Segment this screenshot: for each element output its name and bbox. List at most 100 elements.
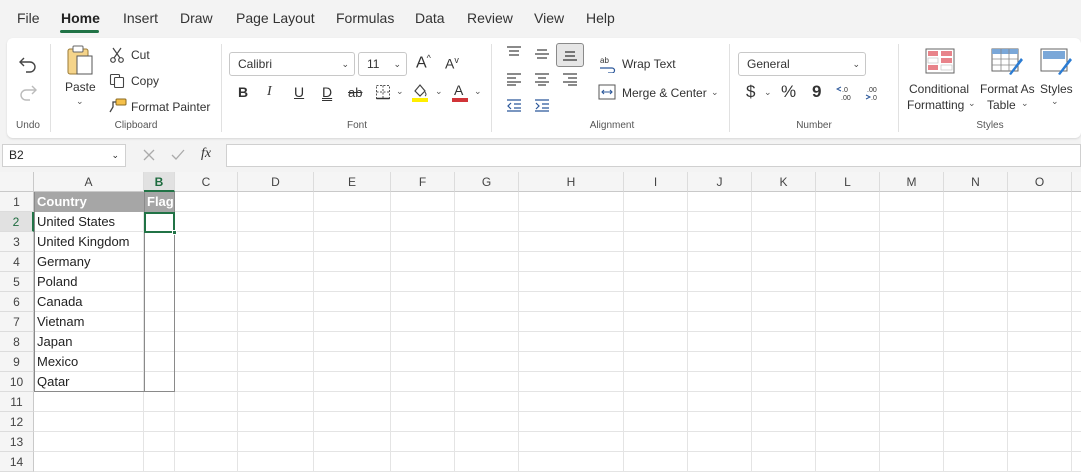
enter-check-icon[interactable]: [170, 148, 186, 162]
wrap-text-label[interactable]: Wrap Text: [622, 57, 676, 71]
cell-a6[interactable]: Canada: [34, 292, 144, 312]
column-header-f[interactable]: F: [391, 172, 455, 192]
increase-decimal-icon[interactable]: .0 .00: [836, 84, 854, 102]
row-header-6[interactable]: 6: [0, 292, 34, 312]
align-middle-icon[interactable]: [534, 47, 550, 61]
cell-a7[interactable]: Vietnam: [34, 312, 144, 332]
column-header-m[interactable]: M: [880, 172, 944, 192]
column-header-l[interactable]: L: [816, 172, 880, 192]
percent-button[interactable]: %: [781, 82, 796, 102]
conditional-formatting-chevron-icon[interactable]: ⌄: [968, 98, 976, 109]
cell-a4[interactable]: Germany: [34, 252, 144, 272]
align-left-icon[interactable]: [506, 72, 522, 86]
conditional-formatting-label-line2[interactable]: Formatting: [907, 98, 964, 112]
menu-view[interactable]: View: [534, 10, 564, 26]
fill-color-dropdown-chevron-icon[interactable]: ⌄: [435, 86, 443, 97]
formula-input[interactable]: [226, 144, 1081, 167]
row-header-8[interactable]: 8: [0, 332, 34, 352]
menu-home[interactable]: Home: [61, 10, 100, 26]
menu-data[interactable]: Data: [415, 10, 445, 26]
row-header-10[interactable]: 10: [0, 372, 34, 392]
format-as-table-label-line2[interactable]: Table: [987, 98, 1016, 112]
increase-indent-icon[interactable]: [534, 98, 550, 112]
fill-color-icon[interactable]: [411, 82, 429, 102]
row-header-3[interactable]: 3: [0, 232, 34, 252]
column-header-h[interactable]: H: [519, 172, 624, 192]
name-box[interactable]: B2 ⌄: [2, 144, 126, 167]
row-header-12[interactable]: 12: [0, 412, 34, 432]
menu-file[interactable]: File: [17, 10, 40, 26]
row-header-7[interactable]: 7: [0, 312, 34, 332]
font-color-dropdown-chevron-icon[interactable]: ⌄: [474, 86, 482, 97]
format-painter-icon[interactable]: [109, 98, 127, 114]
row-header-4[interactable]: 4: [0, 252, 34, 272]
column-header-k[interactable]: K: [752, 172, 816, 192]
cell-a8[interactable]: Japan: [34, 332, 144, 352]
number-format-select[interactable]: General ⌄: [738, 52, 866, 76]
font-size-select[interactable]: 11 ⌄: [358, 52, 407, 76]
column-header-g[interactable]: G: [455, 172, 519, 192]
font-name-select[interactable]: Calibri ⌄: [229, 52, 355, 76]
cancel-icon[interactable]: [142, 148, 156, 162]
merge-center-icon[interactable]: [598, 84, 616, 100]
styles-label[interactable]: Styles: [1040, 82, 1073, 96]
menu-formulas[interactable]: Formulas: [336, 10, 394, 26]
paste-dropdown-chevron-icon[interactable]: ⌄: [76, 96, 84, 107]
currency-dropdown-chevron-icon[interactable]: ⌄: [764, 87, 772, 98]
format-painter-label[interactable]: Format Painter: [131, 100, 210, 114]
decrease-indent-icon[interactable]: [506, 98, 522, 112]
merge-dropdown-chevron-icon[interactable]: ⌄: [711, 87, 719, 98]
row-header-14[interactable]: 14: [0, 452, 34, 472]
row-header-5[interactable]: 5: [0, 272, 34, 292]
column-header-i[interactable]: I: [624, 172, 688, 192]
cell-a9[interactable]: Mexico: [34, 352, 144, 372]
column-header-b[interactable]: B: [144, 172, 175, 192]
row-header-9[interactable]: 9: [0, 352, 34, 372]
menu-help[interactable]: Help: [586, 10, 615, 26]
cut-label[interactable]: Cut: [131, 48, 150, 62]
merge-center-label[interactable]: Merge & Center: [622, 86, 707, 100]
strikethrough-button[interactable]: ab: [348, 85, 362, 100]
menu-insert[interactable]: Insert: [123, 10, 158, 26]
cell-a3[interactable]: United Kingdom: [34, 232, 144, 252]
active-cell-b2[interactable]: [144, 212, 175, 233]
row-header-11[interactable]: 11: [0, 392, 34, 412]
align-center-icon[interactable]: [534, 72, 550, 86]
double-underline-button[interactable]: D: [322, 84, 332, 100]
styles-chevron-icon[interactable]: ⌄: [1051, 96, 1059, 107]
currency-button[interactable]: $: [746, 82, 755, 102]
copy-label[interactable]: Copy: [131, 74, 159, 88]
cut-icon[interactable]: [109, 47, 125, 63]
decrease-decimal-icon[interactable]: .00 .0: [864, 84, 882, 102]
cell-a1[interactable]: Country: [34, 192, 144, 212]
row-header-13[interactable]: 13: [0, 432, 34, 452]
cell-a5[interactable]: Poland: [34, 272, 144, 292]
paste-icon[interactable]: [65, 44, 95, 76]
redo-icon[interactable]: [18, 82, 38, 102]
bold-button[interactable]: B: [238, 84, 248, 100]
borders-dropdown-chevron-icon[interactable]: ⌄: [396, 86, 404, 97]
increase-font-size-icon[interactable]: A^: [416, 53, 431, 72]
cell-a2[interactable]: United States: [34, 212, 144, 232]
select-all-corner[interactable]: [0, 172, 34, 192]
column-header-o[interactable]: O: [1008, 172, 1072, 192]
decrease-font-size-icon[interactable]: Av: [445, 55, 459, 72]
column-header-d[interactable]: D: [238, 172, 314, 192]
conditional-formatting-icon[interactable]: [925, 48, 955, 74]
fill-handle[interactable]: [172, 230, 177, 235]
underline-button[interactable]: U: [294, 84, 304, 100]
copy-icon[interactable]: [109, 73, 125, 89]
row-header-1[interactable]: 1: [0, 192, 34, 212]
align-top-icon[interactable]: [506, 45, 522, 59]
column-header-a[interactable]: A: [34, 172, 144, 192]
undo-icon[interactable]: [18, 54, 38, 74]
column-header-e[interactable]: E: [314, 172, 391, 192]
column-header-j[interactable]: J: [688, 172, 752, 192]
cell-b1[interactable]: Flag: [144, 192, 175, 212]
format-as-table-icon[interactable]: [991, 48, 1023, 76]
paste-label[interactable]: Paste: [65, 80, 96, 94]
insert-function-button[interactable]: fx: [201, 146, 211, 162]
menu-review[interactable]: Review: [467, 10, 513, 26]
column-header-c[interactable]: C: [175, 172, 238, 192]
font-color-icon[interactable]: A: [451, 82, 469, 102]
